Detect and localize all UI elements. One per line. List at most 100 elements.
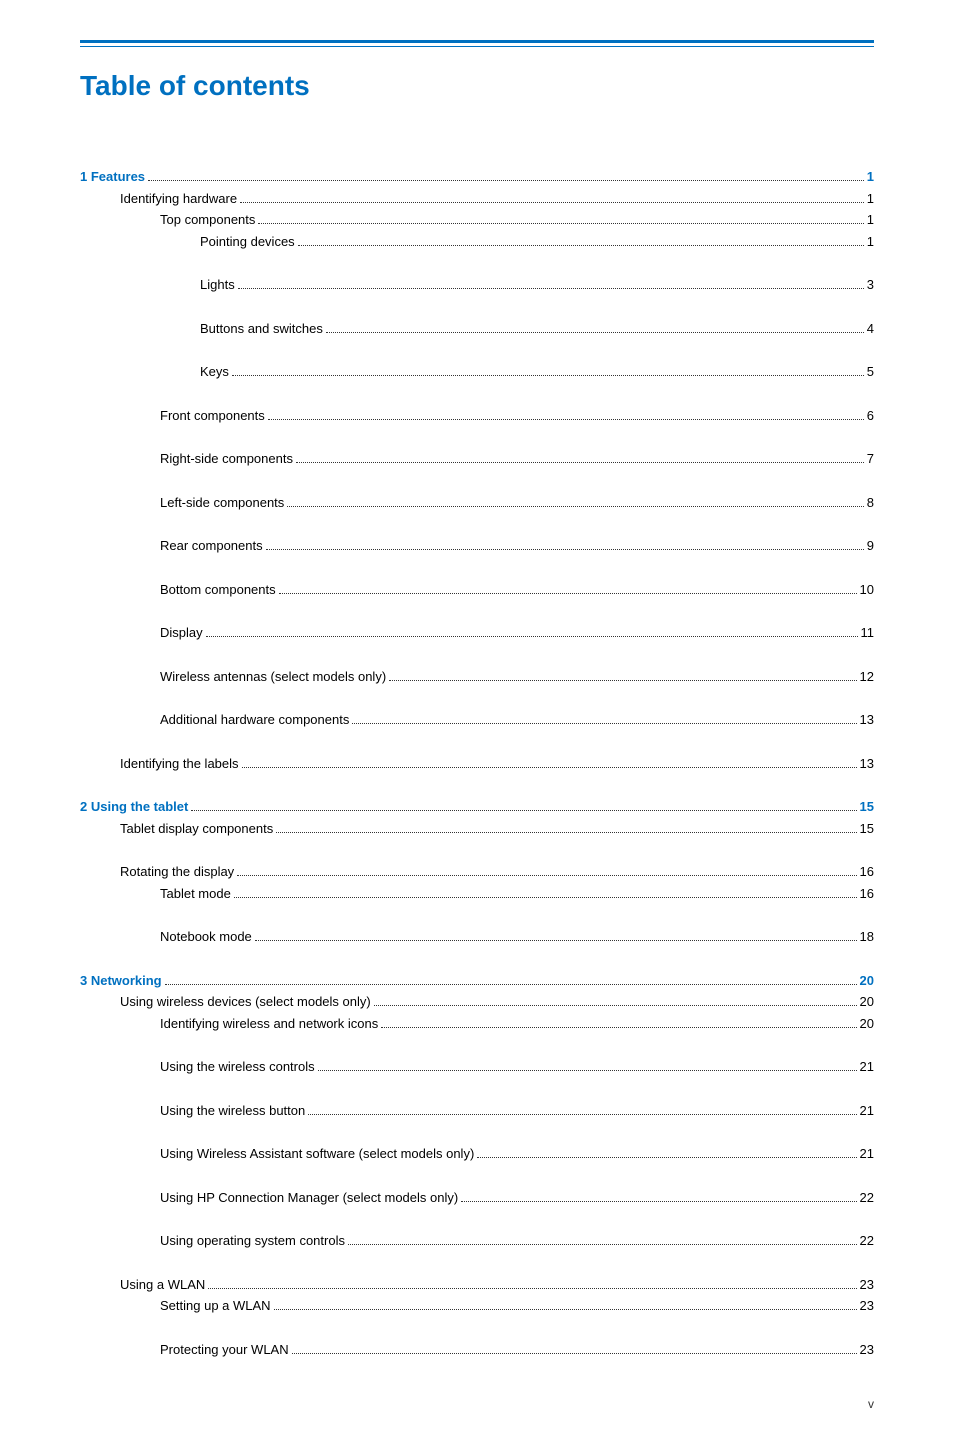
toc-entry-text: Lights	[200, 275, 235, 295]
toc-entry-text: Identifying the labels	[120, 754, 239, 774]
toc-dots	[148, 180, 864, 181]
toc-entry[interactable]: Rotating the display16	[80, 862, 874, 882]
toc-entry[interactable]: Identifying the labels13	[80, 754, 874, 774]
toc-page-number: 21	[860, 1057, 874, 1077]
toc-entry-text: Using wireless devices (select models on…	[120, 992, 371, 1012]
toc-entry[interactable]: Display11	[80, 623, 874, 643]
toc-page-number: 15	[860, 797, 874, 817]
toc-entry[interactable]: Using Wireless Assistant software (selec…	[80, 1144, 874, 1164]
toc-entry-text: 1 Features	[80, 167, 145, 187]
toc-dots	[279, 593, 857, 594]
toc-entry[interactable]: 1 Features1	[80, 167, 874, 187]
toc-entry-text: Buttons and switches	[200, 319, 323, 339]
toc-entry-text: Front components	[160, 406, 265, 426]
toc-dots	[165, 984, 857, 985]
second-rule	[80, 46, 874, 47]
toc-page-number: 5	[867, 362, 874, 382]
toc-dots	[237, 875, 856, 876]
toc-page-number: 20	[860, 1014, 874, 1034]
toc-entry[interactable]: Keys5	[80, 362, 874, 382]
toc-entry[interactable]: Additional hardware components13	[80, 710, 874, 730]
toc-section: Rotating the display16Tablet mode16Noteb…	[80, 862, 874, 947]
toc-entry-text: Using operating system controls	[160, 1231, 345, 1251]
toc-entry[interactable]: Setting up a WLAN23	[80, 1296, 874, 1316]
toc-entry[interactable]: Left-side components8	[80, 493, 874, 513]
toc-entry-text: Left-side components	[160, 493, 284, 513]
toc-dots	[461, 1201, 856, 1202]
toc-section: Using the wireless controls21	[80, 1057, 874, 1077]
toc-entry[interactable]: Identifying wireless and network icons20	[80, 1014, 874, 1034]
toc-entry[interactable]: Using a WLAN23	[80, 1275, 874, 1295]
toc-entry[interactable]: Pointing devices 1	[80, 232, 874, 252]
toc-entry-text: Setting up a WLAN	[160, 1296, 271, 1316]
toc-section: Using Wireless Assistant software (selec…	[80, 1144, 874, 1164]
toc-entry-text: Pointing devices	[200, 232, 295, 252]
toc-entry-text: Protecting your WLAN	[160, 1340, 289, 1360]
toc-dots	[266, 549, 864, 550]
toc-page-number: 1	[867, 210, 874, 230]
toc-entry[interactable]: Buttons and switches4	[80, 319, 874, 339]
toc-dots	[274, 1309, 857, 1310]
toc-entry-text: Tablet mode	[160, 884, 231, 904]
toc-section: Using operating system controls22	[80, 1231, 874, 1251]
toc-section: Using the wireless button21	[80, 1101, 874, 1121]
toc-entry[interactable]: Protecting your WLAN23	[80, 1340, 874, 1360]
toc-page-number: 22	[860, 1188, 874, 1208]
toc-page-number: 1	[867, 232, 874, 252]
toc-section: Front components 6	[80, 406, 874, 426]
toc-dots	[238, 288, 864, 289]
page: Table of contents 1 Features1Identifying…	[0, 0, 954, 1443]
toc-section: Tablet display components15	[80, 819, 874, 839]
toc-page-number: 3	[867, 275, 874, 295]
toc-section: Identifying wireless and network icons20	[80, 1014, 874, 1034]
toc-entry[interactable]: Rear components9	[80, 536, 874, 556]
toc-section: Pointing devices 1	[80, 232, 874, 252]
toc-dots	[374, 1005, 857, 1006]
top-rule	[80, 40, 874, 43]
toc-page-number: 6	[867, 406, 874, 426]
toc-section: Wireless antennas (select models only)12	[80, 667, 874, 687]
toc-entry-text: Bottom components	[160, 580, 276, 600]
toc-page-number: 13	[860, 710, 874, 730]
footer-page-number: v	[868, 1397, 874, 1411]
toc-section: Top components1Pointing devices 1 Lights 3 B…	[80, 210, 874, 382]
toc-entry[interactable]: Right-side components7	[80, 449, 874, 469]
toc-dots	[191, 810, 856, 811]
toc-entry[interactable]: Identifying hardware1	[80, 189, 874, 209]
toc-dots	[240, 202, 864, 203]
toc-entry[interactable]: Using wireless devices (select models on…	[80, 992, 874, 1012]
toc-section: 1 Features1Identifying hardware1Top comp…	[80, 167, 874, 773]
toc-entry[interactable]: Tablet display components15	[80, 819, 874, 839]
toc-entry[interactable]: Lights 3	[80, 275, 874, 295]
toc-entry[interactable]: 3 Networking20	[80, 971, 874, 991]
toc-entry[interactable]: Top components1	[80, 210, 874, 230]
toc-dots	[326, 332, 864, 333]
toc-entry[interactable]: 2 Using the tablet15	[80, 797, 874, 817]
toc-entry[interactable]: Wireless antennas (select models only)12	[80, 667, 874, 687]
toc-section: Using wireless devices (select models on…	[80, 992, 874, 1251]
toc-section: Display11	[80, 623, 874, 643]
toc-entry[interactable]: Front components 6	[80, 406, 874, 426]
toc-page-number: 1	[867, 189, 874, 209]
toc-entry[interactable]: Using HP Connection Manager (select mode…	[80, 1188, 874, 1208]
toc-entry[interactable]: Tablet mode16	[80, 884, 874, 904]
toc-section: Tablet mode16	[80, 884, 874, 904]
toc-container: 1 Features1Identifying hardware1Top comp…	[80, 167, 874, 1359]
toc-section: Additional hardware components13	[80, 710, 874, 730]
toc-section: Keys5	[80, 362, 874, 382]
toc-section: Setting up a WLAN23	[80, 1296, 874, 1316]
toc-entry[interactable]: Bottom components10	[80, 580, 874, 600]
toc-entry-text: Notebook mode	[160, 927, 252, 947]
toc-entry[interactable]: Notebook mode18	[80, 927, 874, 947]
toc-dots	[268, 419, 864, 420]
toc-page-number: 9	[867, 536, 874, 556]
toc-entry[interactable]: Using operating system controls22	[80, 1231, 874, 1251]
toc-dots	[287, 506, 863, 507]
toc-entry[interactable]: Using the wireless controls21	[80, 1057, 874, 1077]
toc-section: Right-side components7	[80, 449, 874, 469]
toc-page-number: 20	[860, 992, 874, 1012]
toc-entry[interactable]: Using the wireless button21	[80, 1101, 874, 1121]
toc-section: 2 Using the tablet15Tablet display compo…	[80, 797, 874, 947]
toc-dots	[242, 767, 857, 768]
toc-page-number: 16	[860, 862, 874, 882]
